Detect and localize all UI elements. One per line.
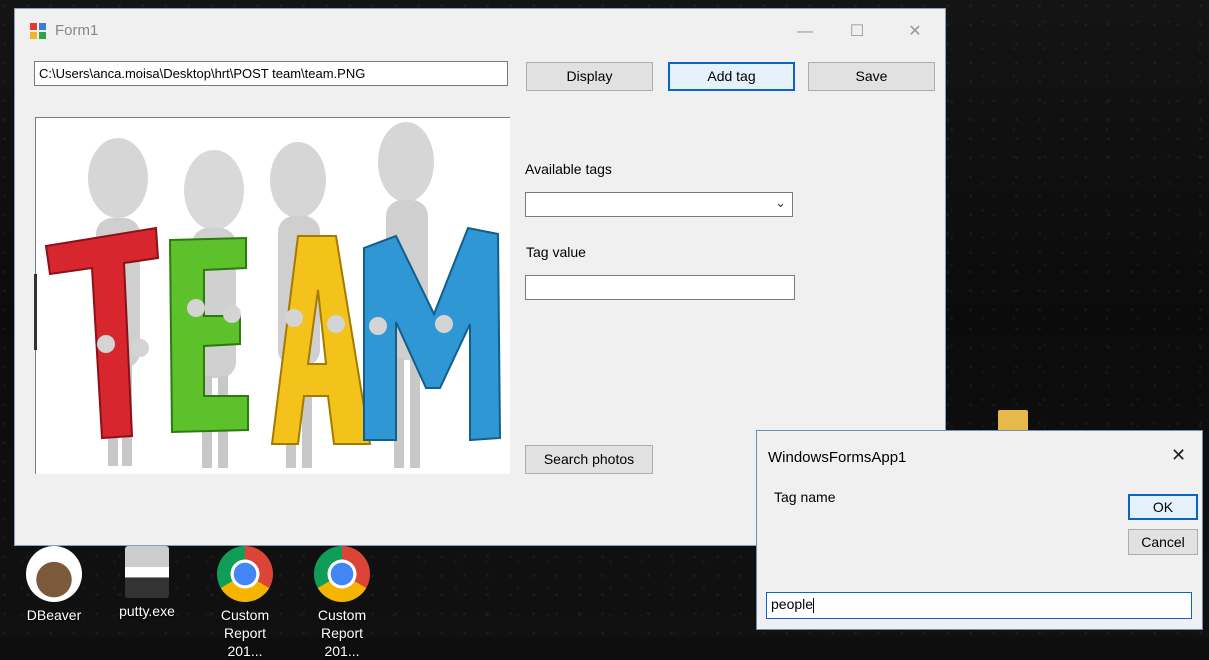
- dialog-title: WindowsFormsApp1: [768, 449, 907, 466]
- letter-m: [363, 226, 502, 442]
- picture-box: [35, 117, 510, 474]
- letter-e: [168, 236, 249, 434]
- minimize-button[interactable]: —: [785, 19, 825, 45]
- desktop-icon-label: DBeaver: [26, 607, 82, 623]
- cancel-button[interactable]: Cancel: [1128, 529, 1198, 555]
- search-photos-button[interactable]: Search photos: [525, 445, 653, 474]
- tag-name-input[interactable]: people: [766, 592, 1192, 619]
- letter-t: [44, 226, 160, 440]
- tag-value-input[interactable]: [525, 275, 795, 300]
- close-button[interactable]: ✕: [895, 19, 935, 45]
- add-tag-button[interactable]: Add tag: [668, 62, 795, 91]
- available-tags-combobox[interactable]: ⌄: [525, 192, 793, 217]
- input-dialog: WindowsFormsApp1 ✕ Tag name OK Cancel pe…: [756, 430, 1203, 630]
- desktop-icon-putty[interactable]: putty.exe: [107, 546, 187, 620]
- chrome-icon: [314, 546, 370, 602]
- file-path-input[interactable]: [34, 61, 508, 86]
- title-bar[interactable]: Form1 — ☐ ✕: [15, 9, 945, 55]
- dialog-prompt-label: Tag name: [774, 489, 836, 505]
- app-icon: [30, 23, 46, 39]
- window-title: Form1: [55, 22, 99, 39]
- ok-button[interactable]: OK: [1128, 494, 1198, 520]
- desktop-icon-dbeaver[interactable]: DBeaver: [14, 546, 94, 624]
- available-tags-label: Available tags: [525, 161, 612, 177]
- dbeaver-icon: [26, 546, 82, 602]
- desktop-icon-custom-report-2[interactable]: Custom Report 201...: [302, 546, 382, 660]
- save-button[interactable]: Save: [808, 62, 935, 91]
- tag-name-input-text: people: [771, 596, 814, 612]
- chrome-icon: [217, 546, 273, 602]
- dialog-close-button[interactable]: ✕: [1171, 445, 1186, 466]
- putty-icon: [125, 546, 169, 598]
- display-button[interactable]: Display: [526, 62, 653, 91]
- text-caret: [813, 597, 815, 613]
- picture-scroll-indicator: [34, 274, 37, 350]
- maximize-button[interactable]: ☐: [837, 19, 877, 45]
- desktop-icon-label: Custom Report 201...: [317, 607, 367, 659]
- desktop-icon-label: putty.exe: [119, 603, 175, 619]
- chevron-down-icon[interactable]: ⌄: [775, 195, 786, 211]
- team-image: [44, 122, 502, 468]
- desktop-icon-custom-report-1[interactable]: Custom Report 201...: [205, 546, 285, 660]
- tag-value-label: Tag value: [526, 244, 586, 260]
- desktop-icon-label: Custom Report 201...: [220, 607, 270, 659]
